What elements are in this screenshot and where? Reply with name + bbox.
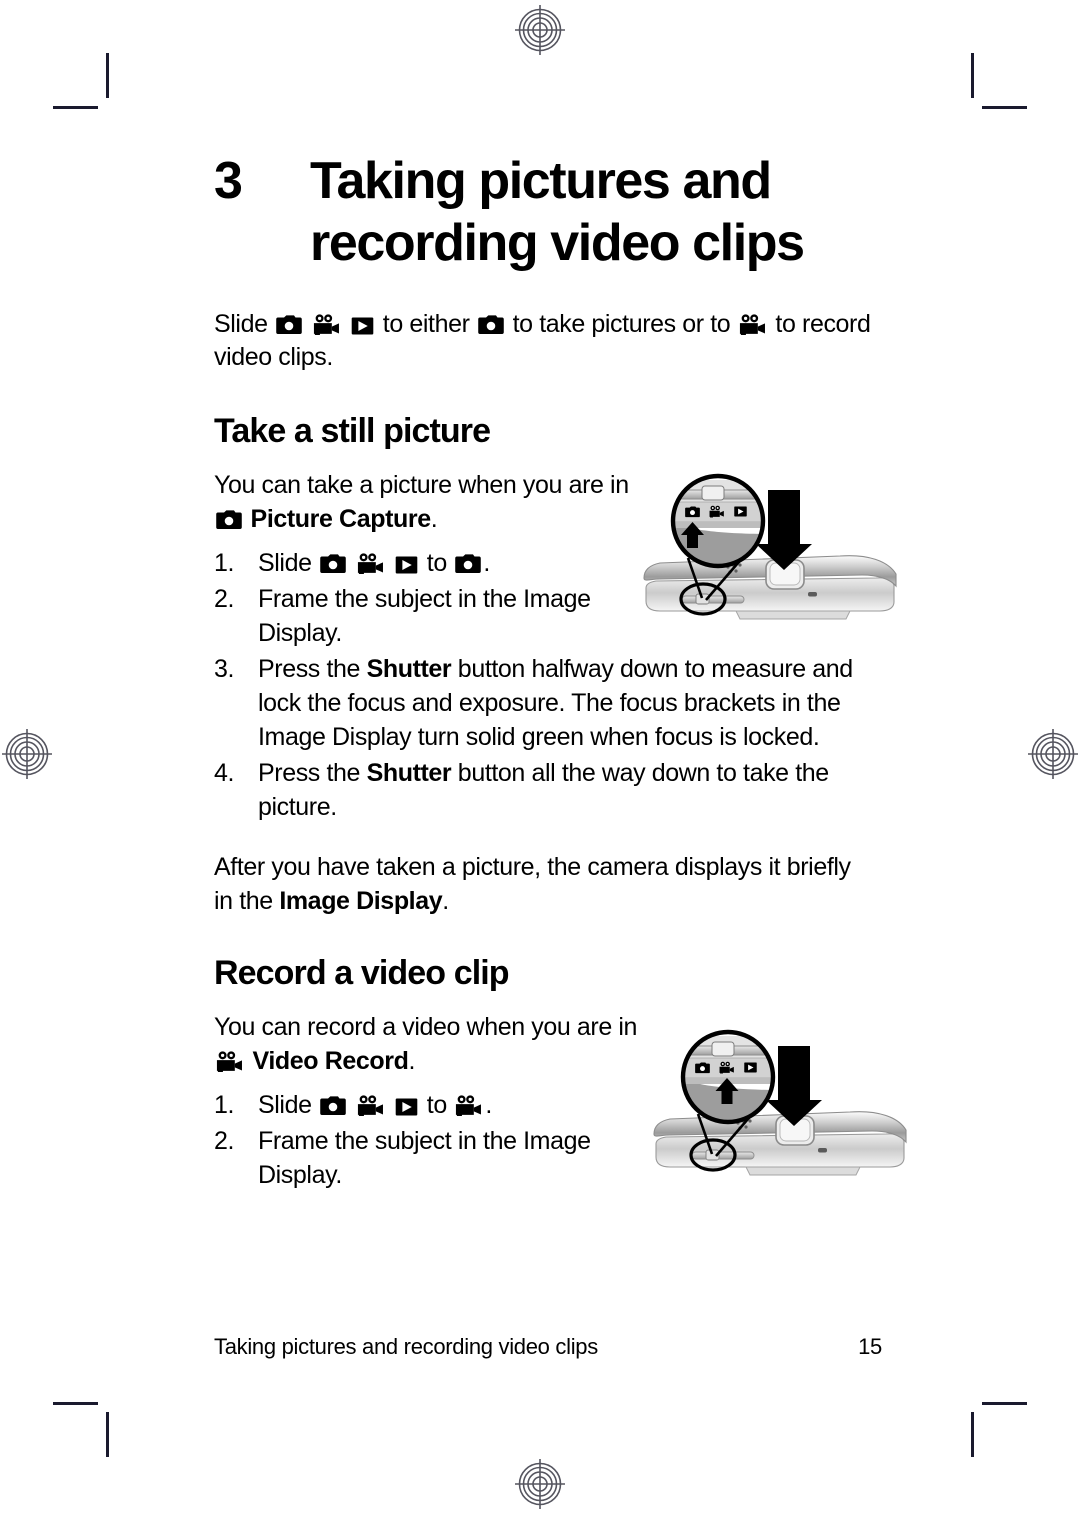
registration-mark-top-center	[513, 3, 567, 57]
step-number: 4.	[214, 759, 235, 787]
still-picture-intro: You can take a picture when you are in P…	[214, 468, 646, 536]
camera-bottom-lip	[745, 1166, 861, 1176]
intro-text-part-4: to	[775, 310, 796, 338]
video-step1-mid: to	[426, 1091, 447, 1119]
step-number: 2.	[214, 585, 235, 613]
chapter-title-line-1: Taking pictures and	[310, 152, 772, 210]
camera-icon	[320, 1096, 346, 1116]
still-picture-intro-text: You can take a picture when you are in	[214, 471, 629, 499]
step1-post: .	[483, 549, 490, 577]
camera-illustration-picture-capture	[640, 466, 902, 638]
video-camera-icon	[455, 1095, 483, 1116]
camera-bottom-lip	[735, 610, 851, 620]
mode-name-picture-capture: Picture Capture	[250, 505, 432, 533]
after-taking-picture-note: After you have taken a picture, the came…	[214, 850, 874, 918]
section-heading-take-still-picture: Take a still picture	[214, 412, 491, 450]
step-text: Frame the subject in the Image Display.	[258, 1127, 591, 1189]
crop-mark-bottom-left-horizontal	[53, 1402, 98, 1405]
crop-mark-top-left-vertical	[106, 53, 109, 98]
list-item: 4. Press the Shutter button all the way …	[214, 756, 874, 824]
camera-illustration-video-record	[650, 1022, 912, 1194]
chapter-title-line-2: recording video clips	[310, 214, 805, 272]
chapter-heading: 3 Taking pictures and recording video cl…	[214, 150, 874, 274]
step1-mid: to	[426, 549, 447, 577]
playback-icon	[395, 556, 418, 574]
page-content: 3 Taking pictures and recording video cl…	[214, 150, 874, 1380]
camera-icon	[455, 554, 482, 574]
camera-icon	[320, 554, 346, 574]
video-clip-intro: You can record a video when you are in V…	[214, 1010, 646, 1078]
registration-mark-bottom-center	[513, 1457, 567, 1511]
crop-mark-top-right-horizontal	[982, 106, 1027, 109]
video-camera-icon	[739, 314, 767, 335]
crop-mark-bottom-left-vertical	[106, 1412, 109, 1457]
footer-page-number: 15	[858, 1334, 882, 1359]
playback-icon	[351, 317, 374, 335]
step-text: Press the Shutter button halfway down to…	[258, 652, 874, 754]
footer-running-title: Taking pictures and recording video clip…	[214, 1334, 598, 1359]
video-step1-pre: Slide	[258, 1091, 312, 1119]
step-number: 3.	[214, 655, 235, 683]
step1-pre: Slide	[258, 549, 312, 577]
chapter-number: 3	[214, 152, 243, 210]
registration-mark-left-middle	[0, 727, 54, 781]
video-clip-intro-period: .	[408, 1047, 415, 1075]
after-note-post: .	[442, 887, 449, 915]
video-step1-post: .	[485, 1091, 492, 1119]
step-text: Press the Shutter button all the way dow…	[258, 756, 874, 824]
step4-pre: Press the	[258, 759, 367, 787]
crop-mark-top-right-vertical	[971, 53, 974, 98]
step-number: 1.	[214, 549, 235, 577]
playback-icon	[395, 1098, 418, 1116]
video-camera-icon	[313, 314, 341, 335]
crop-mark-bottom-right-vertical	[971, 1412, 974, 1457]
step-number: 2.	[214, 1127, 235, 1155]
crop-mark-top-left-horizontal	[53, 106, 98, 109]
shutter-button-label: Shutter	[366, 759, 452, 787]
video-clip-intro-text: You can record a video when you are in	[214, 1013, 638, 1041]
step3-pre: Press the	[258, 655, 367, 683]
video-camera-icon	[357, 1095, 385, 1116]
list-item: 3. Press the Shutter button halfway down…	[214, 652, 874, 754]
mode-switch-magnifier	[670, 473, 766, 569]
camera-icon	[276, 315, 302, 335]
page-footer: Taking pictures and recording video clip…	[214, 1334, 882, 1360]
camera-port	[818, 1148, 827, 1153]
camera-icon	[216, 510, 242, 530]
intro-text-part-2: to either	[382, 310, 470, 338]
video-camera-icon	[216, 1051, 244, 1072]
step-text: Frame the subject in the Image Display.	[258, 585, 591, 647]
intro-text-part-1: Slide	[214, 310, 268, 338]
camera-icon	[478, 315, 504, 335]
magnified-mode-icons	[685, 505, 747, 518]
image-display-label: Image Display	[279, 887, 443, 915]
intro-paragraph: Slide to either to take pictures or to t…	[214, 308, 874, 374]
mode-name-video-record: Video Record	[252, 1047, 409, 1075]
step-number: 1.	[214, 1091, 235, 1119]
registration-mark-right-middle	[1026, 727, 1080, 781]
mode-switch-magnifier	[680, 1029, 776, 1125]
intro-text-part-3: to take pictures or to	[512, 310, 731, 338]
crop-mark-bottom-right-horizontal	[982, 1402, 1027, 1405]
camera-port	[808, 592, 817, 597]
magnified-mode-icons	[695, 1061, 757, 1074]
still-picture-intro-period: .	[430, 505, 438, 533]
page-title: Taking pictures and recording video clip…	[310, 150, 874, 274]
shutter-button-label: Shutter	[366, 655, 452, 683]
section-heading-record-video-clip: Record a video clip	[214, 954, 510, 992]
video-camera-icon	[357, 553, 385, 574]
